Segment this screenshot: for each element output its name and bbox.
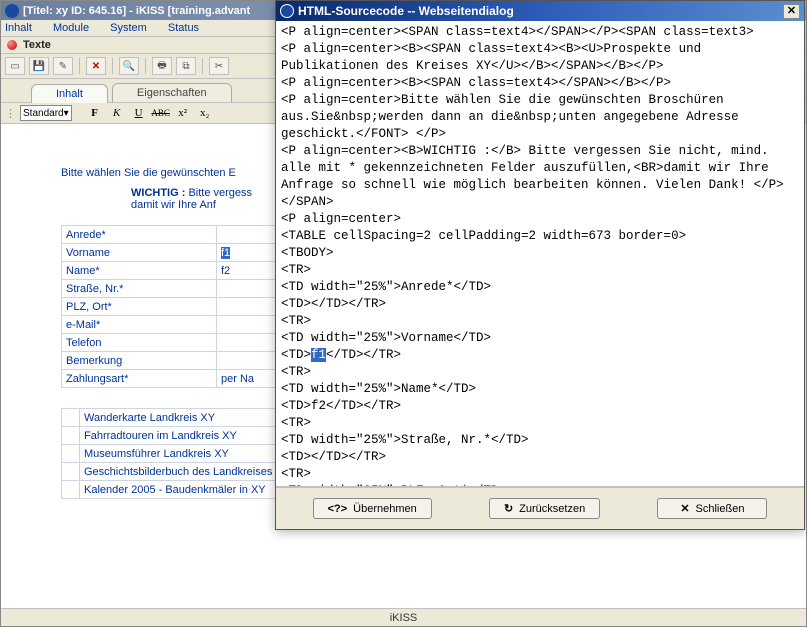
- tab-inhalt[interactable]: Inhalt: [31, 84, 108, 103]
- tb-sep: [145, 58, 146, 74]
- tb-sep: [79, 58, 80, 74]
- form-label: Name*: [62, 262, 217, 280]
- menu-module[interactable]: Module: [53, 22, 89, 34]
- reset-label: Zurücksetzen: [519, 503, 585, 515]
- bold-button[interactable]: F: [86, 105, 104, 121]
- tb-copy-icon[interactable]: ⧉: [176, 57, 196, 75]
- tb-print-icon[interactable]: 🖶: [152, 57, 172, 75]
- tab-eigenschaften[interactable]: Eigenschaften: [112, 83, 232, 102]
- code-icon: <?>: [328, 503, 348, 515]
- ie-icon: [280, 4, 294, 18]
- apply-button[interactable]: <?> Übernehmen: [313, 498, 432, 519]
- underline-button[interactable]: U: [130, 105, 148, 121]
- list-checkbox-cell[interactable]: [62, 445, 80, 463]
- menu-inhalt[interactable]: Inhalt: [5, 22, 32, 34]
- close-button[interactable]: ✕ Schließen: [657, 498, 767, 519]
- tb-new-icon[interactable]: ▭: [5, 57, 25, 75]
- menu-status[interactable]: Status: [168, 22, 199, 34]
- form-label: Zahlungsart*: [62, 370, 217, 388]
- tb-sep: [112, 58, 113, 74]
- reset-button[interactable]: ↻ Zurücksetzen: [489, 498, 600, 519]
- form-label: PLZ, Ort*: [62, 298, 217, 316]
- wichtig-line2: damit wir Ihre Anf: [131, 199, 216, 211]
- close-icon: ✕: [680, 502, 689, 515]
- dialog-close-button[interactable]: ✕: [783, 4, 800, 19]
- refresh-icon: ↻: [504, 502, 513, 515]
- dialog-title: HTML-Sourcecode -- Webseitendialog: [298, 4, 514, 18]
- tb-preview-icon[interactable]: 🔍: [119, 57, 139, 75]
- form-label: Telefon: [62, 334, 217, 352]
- wichtig-label: WICHTIG :: [131, 187, 185, 199]
- html-source-dialog: HTML-Sourcecode -- Webseitendialog ✕ <P …: [275, 0, 805, 530]
- tb-save-icon[interactable]: 💾: [29, 57, 49, 75]
- tb-rename-icon[interactable]: ✎: [53, 57, 73, 75]
- ie-icon: [5, 4, 19, 18]
- wichtig-line1: Bitte vergess: [188, 187, 252, 199]
- form-label: Bemerkung: [62, 352, 217, 370]
- form-label: Vorname: [62, 244, 217, 262]
- list-checkbox-cell[interactable]: [62, 463, 80, 481]
- tb-delete-icon[interactable]: ✕: [86, 57, 106, 75]
- style-select[interactable]: Standard ▾: [20, 105, 72, 121]
- sub-button[interactable]: x₂: [196, 105, 214, 121]
- record-dot-icon: [7, 40, 17, 50]
- italic-button[interactable]: K: [108, 105, 126, 121]
- list-checkbox-cell[interactable]: [62, 409, 80, 427]
- form-label: Straße, Nr.*: [62, 280, 217, 298]
- form-label: e-Mail*: [62, 316, 217, 334]
- status-text: iKISS: [390, 612, 418, 624]
- dialog-titlebar[interactable]: HTML-Sourcecode -- Webseitendialog ✕: [276, 1, 804, 21]
- main-title-text: [Titel: xy ID: 645.16] - iKISS [training…: [23, 5, 250, 17]
- menu-system[interactable]: System: [110, 22, 147, 34]
- dialog-buttons: <?> Übernehmen ↻ Zurücksetzen ✕ Schließe…: [276, 487, 804, 529]
- statusbar: iKISS: [1, 608, 806, 626]
- tb-sep: [202, 58, 203, 74]
- strike-button[interactable]: ABC: [152, 105, 170, 121]
- list-checkbox-cell[interactable]: [62, 481, 80, 499]
- source-textarea[interactable]: <P align=center><SPAN class=text4></SPAN…: [276, 21, 804, 487]
- form-label: Anrede*: [62, 226, 217, 244]
- list-checkbox-cell[interactable]: [62, 427, 80, 445]
- tb-cut-icon[interactable]: ✂: [209, 57, 229, 75]
- section-title: Texte: [23, 39, 51, 51]
- apply-label: Übernehmen: [353, 503, 417, 515]
- sup-button[interactable]: x²: [174, 105, 192, 121]
- close-label: Schließen: [696, 503, 745, 515]
